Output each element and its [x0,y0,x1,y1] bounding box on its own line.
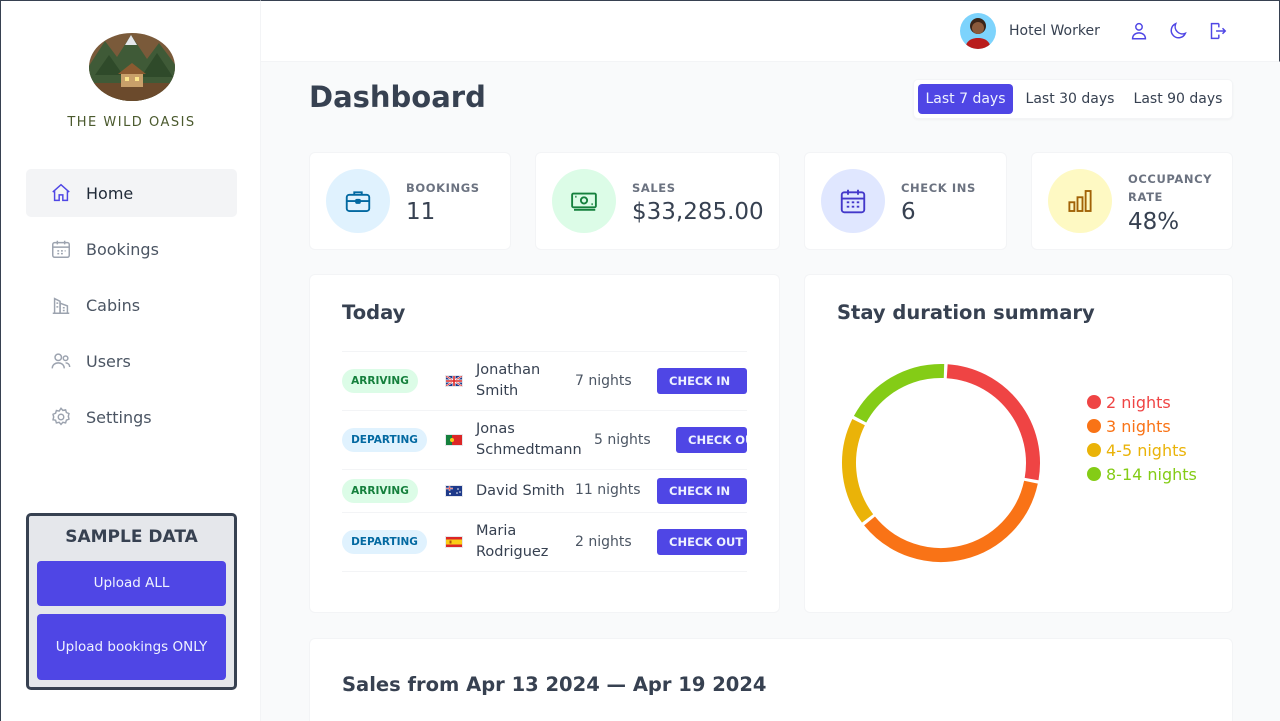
legend-label: 8-14 nights [1106,465,1197,484]
brand-name: THE WILD OASIS [67,115,196,130]
donut-chart [842,364,1040,562]
sidebar-item-home[interactable]: Home [26,169,237,217]
calendar-icon [50,238,72,260]
upload-bookings-button[interactable]: Upload bookings ONLY [37,614,226,680]
sidebar-item-label: Cabins [86,295,141,315]
legend-item: 4-5 nights [1087,439,1197,463]
calendar-days-icon [821,169,885,233]
stat-value: 11 [406,199,436,225]
check-out-button[interactable]: CHECK OUT [657,529,747,555]
main-nav: Home Bookings Cabins Users Settings [26,169,237,449]
stat-label: OCCUPANCY RATE [1128,172,1213,204]
check-out-button[interactable]: CHECK OUT [676,427,747,453]
sales-card: Sales from Apr 13 2024 — Apr 19 2024 [309,638,1233,721]
cog-icon [50,406,72,428]
header: Hotel Worker [261,0,1280,62]
donut-slice-0[interactable] [946,364,1040,481]
status-badge: ARRIVING [342,479,418,503]
sidebar-item-label: Home [86,183,134,203]
stat-bookings: BOOKINGS 11 [309,152,511,250]
stay-duration-card: Stay duration summary 2 nights 3 nights 4-… [804,274,1233,613]
user-icon[interactable] [1128,20,1150,42]
donut-slice-2[interactable] [842,418,874,523]
stat-sales: SALES $33,285.00 [535,152,780,250]
stat-label: BOOKINGS [406,181,480,195]
stat-check-ins: CHECK INS 6 [804,152,1007,250]
check-in-button[interactable]: CHECK IN [657,368,747,394]
buildings-icon [50,294,72,316]
legend-dot [1087,419,1101,433]
chart-legend: 2 nights 3 nights 4-5 nights 8-14 nights [1087,391,1197,487]
moon-icon[interactable] [1167,20,1189,42]
sidebar-item-label: Settings [86,407,152,427]
legend-dot [1087,443,1101,457]
legend-label: 3 nights [1106,417,1171,436]
avatar[interactable] [960,13,996,49]
page-title: Dashboard [309,80,486,114]
legend-item: 8-14 nights [1087,463,1197,487]
sales-title: Sales from Apr 13 2024 — Apr 19 2024 [342,673,767,696]
es-flag-icon [445,536,463,548]
legend-item: 2 nights [1087,391,1197,415]
stat-value: $33,285.00 [632,199,764,225]
status-badge: DEPARTING [342,428,427,452]
stat-occupancy: OCCUPANCY RATE 48% [1031,152,1233,250]
date-filter: Last 7 days Last 30 days Last 90 days [913,79,1233,119]
sidebar-item-users[interactable]: Users [26,337,237,385]
today-row: ARRIVING Jonathan Smith 7 nights CHECK I… [342,352,747,411]
legend-dot [1087,395,1101,409]
legend-dot [1087,467,1101,481]
logout-icon[interactable] [1206,20,1228,42]
guest-name: David Smith [476,483,565,499]
status-badge: ARRIVING [342,369,418,393]
au-flag-icon [445,485,463,497]
filter-last-90-days[interactable]: Last 90 days [1126,84,1230,114]
sidebar-item-bookings[interactable]: Bookings [26,225,237,273]
today-card: Today ARRIVING Jonathan Smith 7 nights C… [309,274,780,613]
legend-item: 3 nights [1087,415,1197,439]
today-list: ARRIVING Jonathan Smith 7 nights CHECK I… [342,351,747,572]
stay-duration-title: Stay duration summary [837,301,1095,324]
legend-label: 2 nights [1106,393,1171,412]
status-badge: DEPARTING [342,530,427,554]
today-title: Today [342,301,406,324]
sidebar-item-cabins[interactable]: Cabins [26,281,237,329]
check-in-button[interactable]: CHECK IN [657,478,747,504]
briefcase-icon [326,169,390,233]
legend-label: 4-5 nights [1106,441,1187,460]
stat-label: CHECK INS [901,181,976,195]
today-row: DEPARTING Maria Rodriguez 2 nights CHECK… [342,513,747,572]
filter-last-7-days[interactable]: Last 7 days [918,84,1013,114]
sidebar-item-settings[interactable]: Settings [26,393,237,441]
sidebar: THE WILD OASIS Home Bookings Cabins User… [0,0,261,721]
nights-count: 2 nights [575,534,632,550]
today-row: DEPARTING Jonas Schmedtmann 5 nights CHE… [342,411,747,470]
sidebar-item-label: Users [86,351,131,371]
today-row: ARRIVING David Smith 11 nights CHECK IN [342,470,747,513]
gb-flag-icon [445,375,463,387]
logo [87,31,177,103]
sample-data-panel: SAMPLE DATA Upload ALL Upload bookings O… [26,513,237,690]
users-icon [50,350,72,372]
sample-data-title: SAMPLE DATA [65,527,198,547]
filter-last-30-days[interactable]: Last 30 days [1018,84,1122,114]
nights-count: 7 nights [575,373,632,389]
chart-bar-icon [1048,169,1112,233]
donut-slice-1[interactable] [864,480,1038,562]
stat-value: 6 [901,199,916,225]
sidebar-item-label: Bookings [86,239,159,259]
upload-all-button[interactable]: Upload ALL [37,561,226,606]
user-name: Hotel Worker [1009,23,1100,39]
guest-name: Jonathan Smith [476,362,541,399]
nights-count: 11 nights [575,482,641,498]
pt-flag-icon [445,434,463,446]
donut-slice-3[interactable] [853,364,945,423]
stat-label: SALES [632,181,676,195]
stat-value: 48% [1128,209,1180,235]
banknotes-icon [552,169,616,233]
home-icon [50,182,72,204]
guest-name: Jonas Schmedtmann [476,421,582,458]
guest-name: Maria Rodriguez [476,523,549,560]
nights-count: 5 nights [594,432,651,448]
